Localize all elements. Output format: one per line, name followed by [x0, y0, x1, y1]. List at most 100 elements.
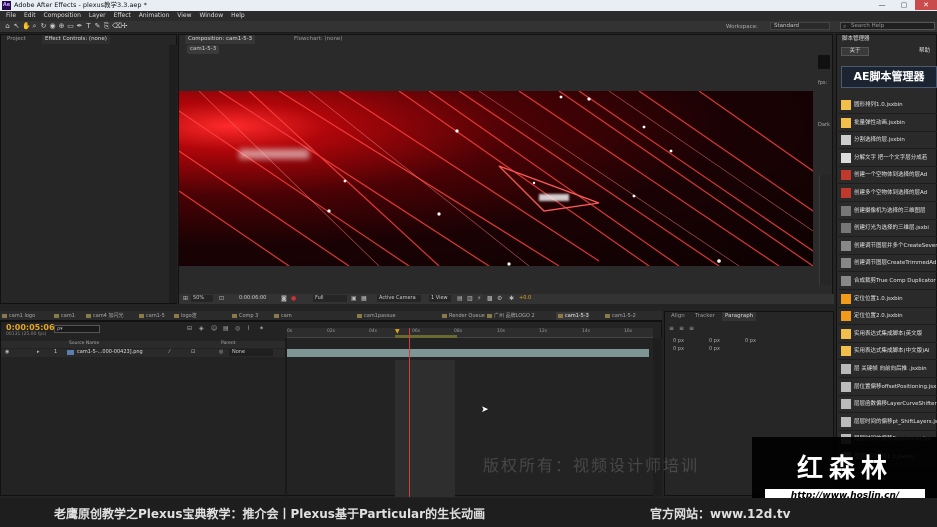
safe-zones-icon[interactable]: ⊡ [219, 295, 224, 302]
camera-tool-icon[interactable]: ◉ [49, 23, 56, 30]
script-item[interactable]: 层位置偏移offsetPositioning.jsx [838, 378, 937, 396]
indent-left-value[interactable]: 0 px [673, 338, 684, 344]
timeline-tab[interactable]: cam1 [52, 312, 75, 320]
motion-blur-icon[interactable]: ◎ [235, 325, 240, 332]
timeline-tab[interactable]: cam1passue [355, 312, 396, 320]
tab-project[interactable]: Project [4, 35, 29, 44]
minimize-icon[interactable]: — [871, 0, 893, 10]
home-icon[interactable]: ⌂ [4, 23, 11, 30]
script-item[interactable]: 实用表达式集成脚本(中文版)Al [838, 342, 937, 361]
magnify-icon[interactable]: ⊞ [183, 295, 188, 302]
layer-row[interactable]: ◉ ▸ 1 cam1-5-...000-00423].png ⁄ ⊡ ◎ Non… [1, 349, 285, 357]
space-before-value[interactable]: 0 px [709, 346, 720, 352]
menu-composition[interactable]: Composition [44, 12, 81, 19]
tab-composition[interactable]: Composition: cam1-5-3 [185, 35, 256, 44]
selection-tool-icon[interactable]: ↖ [13, 23, 20, 30]
layout-icon[interactable]: ▤ [457, 295, 463, 302]
script-item[interactable]: 圆形排列1.0.jsxbin [838, 96, 937, 114]
puppet-tool-icon[interactable]: ✢ [121, 23, 128, 30]
menu-view[interactable]: View [177, 12, 191, 19]
timeline-icon[interactable]: ▩ [487, 295, 493, 302]
script-item[interactable]: 分割选择的层.jsxbin [838, 131, 937, 150]
parent-select[interactable]: None [229, 349, 273, 356]
timeline-divider[interactable] [285, 338, 287, 497]
timeline-tab[interactable]: 广州 品牌LOGO 2 [485, 312, 535, 320]
script-item[interactable]: 定位位置1.0.jsxbin [838, 290, 937, 308]
align-center-icon[interactable]: ≡ [679, 325, 684, 332]
rotate-tool-icon[interactable]: ↻ [40, 23, 47, 30]
pen-tool-icon[interactable]: ✒ [76, 23, 83, 30]
clone-tool-icon[interactable]: ⎘ [103, 23, 110, 30]
timeline-tab[interactable]: logo渲 [172, 312, 197, 320]
timeline-tab[interactable]: Render Queue [440, 312, 485, 320]
resolution-select[interactable]: Full [313, 295, 347, 302]
viewer-timecode[interactable]: 0:00:06:00 [239, 295, 277, 302]
space-after-value[interactable]: 0 px [745, 338, 756, 344]
tab-flowchart[interactable]: Flowchart: (none) [291, 35, 345, 44]
workspace-select[interactable]: Standard [770, 22, 830, 30]
menu-help[interactable]: Help [231, 12, 245, 19]
fast-preview-icon[interactable]: ⚡ [477, 295, 481, 302]
menu-window[interactable]: Window [199, 12, 223, 19]
script-item[interactable]: 创建调节图层并多个CreateSevera [838, 237, 937, 255]
help-button[interactable]: 帮助 [919, 47, 937, 56]
side-control-strip[interactable] [819, 175, 831, 285]
search-help-input[interactable]: Search Help [840, 22, 935, 30]
timeline-search-input[interactable]: ρ▾ [54, 325, 100, 333]
layer-name[interactable]: cam1-5-...000-00423].png [77, 349, 143, 355]
script-item[interactable]: 层层函数偏移LayerCurveShifter [838, 395, 937, 414]
playhead[interactable] [409, 328, 410, 497]
timeline-tab[interactable]: cam1-5 [137, 312, 165, 320]
region-icon[interactable]: ▣ [351, 295, 357, 302]
snapshot-icon[interactable]: ◙ [281, 295, 287, 302]
tab-tracker[interactable]: Tracker [692, 312, 718, 321]
about-button[interactable]: 关于 [841, 47, 869, 56]
script-item[interactable]: 创建摄像机为选择的三维图层 [838, 202, 937, 220]
script-item[interactable]: 创建多个空物体到选择的层Ad [838, 184, 937, 202]
script-item[interactable]: 分解文字 把一个文字层分成若 [838, 149, 937, 167]
time-ruler[interactable]: 0s 02s 04s 06s 08s 10s 12s 14s 16s ▼ [287, 328, 653, 338]
eraser-tool-icon[interactable]: ⌫ [112, 23, 122, 30]
graph-editor-icon[interactable]: ⌇ [247, 325, 250, 332]
align-right-icon[interactable]: ≡ [689, 325, 694, 332]
menu-animation[interactable]: Animation [139, 12, 170, 19]
menu-file[interactable]: File [6, 12, 16, 19]
type-tool-icon[interactable]: T [85, 23, 92, 30]
timeline-tab[interactable]: cam1-5-2 [603, 312, 636, 320]
script-item[interactable]: 合成裁剪True Comp Duplicator [838, 272, 937, 290]
frame-blend-icon[interactable]: ▤ [223, 325, 229, 332]
exposure-value[interactable]: +0.0 [519, 295, 531, 301]
zoom-tool-icon[interactable]: ⌕ [31, 23, 38, 30]
composition-viewer[interactable] [179, 91, 813, 266]
tab-effect-controls[interactable]: Effect Controls: (none) [42, 35, 110, 44]
fx-switch-icon[interactable]: ⊡ [191, 349, 195, 355]
hand-tool-icon[interactable]: ✋ [22, 23, 31, 30]
brainstorm-icon[interactable]: ✶ [259, 325, 264, 332]
pan-tool-icon[interactable]: ⊕ [58, 23, 65, 30]
work-area-bar[interactable] [395, 335, 457, 338]
expand-icon[interactable]: ▸ [37, 349, 40, 355]
script-item[interactable]: 创建灯光为选择的三维层.jsxbi [838, 219, 937, 238]
menu-layer[interactable]: Layer [89, 12, 106, 19]
script-item[interactable]: 层层时间的偏移pt_ShiftLayers.jsxbin [838, 413, 937, 431]
maximize-icon[interactable]: ▢ [893, 0, 915, 10]
breadcrumb[interactable]: cam1-5-3 [187, 45, 220, 54]
script-item[interactable]: 实用表达式集成脚本(英文版 [838, 325, 937, 343]
brush-tool-icon[interactable]: ✎ [94, 23, 101, 30]
layer-duration-bar[interactable] [287, 349, 649, 357]
exposure-icon[interactable]: ✱ [509, 295, 514, 302]
left-panel-scrollbar[interactable] [169, 45, 177, 303]
grid-icon[interactable]: ▥ [467, 295, 473, 302]
work-area-start-icon[interactable]: ▼ [395, 328, 400, 335]
timeline-timecode[interactable]: 0:00:05:06 [6, 323, 55, 332]
script-item[interactable]: 创建调节图层CreateTrimmedAd [838, 254, 937, 273]
timeline-tab[interactable]: cam4 加闪光 [84, 312, 123, 320]
channel-icon[interactable]: ● [291, 295, 296, 302]
rect-tool-icon[interactable]: ▭ [67, 23, 74, 30]
camera-select[interactable]: Active Camera [377, 295, 421, 302]
views-select[interactable]: 1 View [429, 295, 451, 302]
zoom-select[interactable]: 50% [191, 295, 213, 302]
script-item[interactable]: 创建一个空物体到选择的层Ad [838, 166, 937, 185]
indent-right-value[interactable]: 0 px [709, 338, 720, 344]
script-item[interactable]: 批量弹性动画.jsxbin [838, 114, 937, 132]
